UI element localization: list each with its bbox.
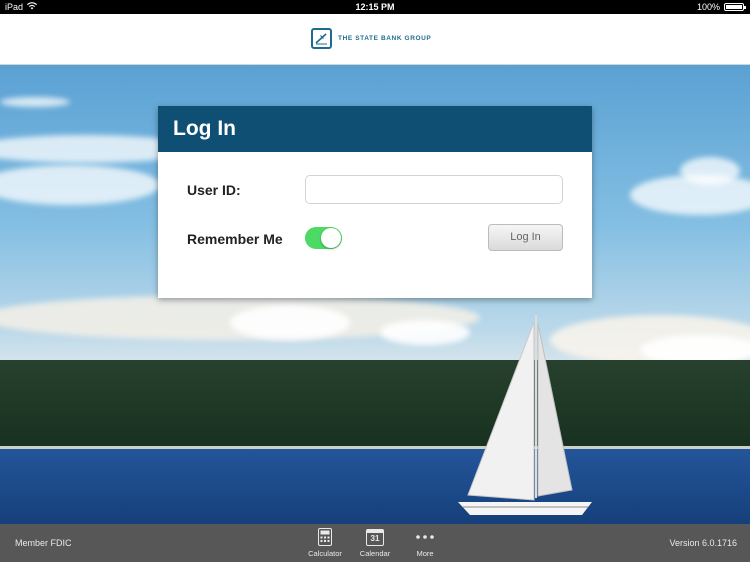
status-bar: iPad 12:15 PM 100% [0,0,750,14]
login-panel: Log In User ID: Remember Me Log In [158,106,592,298]
remember-me-toggle[interactable] [305,227,342,249]
tab-calendar[interactable]: 31 Calendar [355,527,395,558]
member-fdic-text: Member FDIC [15,538,72,548]
tab-calculator[interactable]: Calculator [305,527,345,558]
toggle-knob [321,228,341,248]
status-time: 12:15 PM [355,2,395,12]
battery-percent: 100% [696,2,720,12]
user-id-label: User ID: [187,182,241,198]
calendar-day: 31 [366,528,384,546]
more-icon [405,527,445,547]
calculator-icon [305,527,345,547]
app-header: THE STATE BANK GROUP [0,14,750,65]
login-title: Log In [158,106,592,152]
version-text: Version 6.0.1716 [669,538,737,548]
tab-more-label: More [416,549,434,558]
tab-more[interactable]: More [405,527,445,558]
calendar-icon: 31 [355,527,395,547]
user-id-input[interactable] [305,175,563,204]
battery-icon [724,3,746,11]
login-button[interactable]: Log In [488,224,563,251]
remember-me-label: Remember Me [187,231,283,247]
sailboat-image [458,315,592,515]
brand-name: THE STATE BANK GROUP [338,35,432,42]
tab-calendar-label: Calendar [359,549,391,558]
tab-calculator-label: Calculator [308,549,342,558]
water [0,449,750,524]
bottom-toolbar: Member FDIC Calculator 31 Calendar More … [0,524,750,562]
brand-logo: THE STATE BANK GROUP [311,28,431,49]
bank-logo-icon [311,28,332,49]
tree-line [0,360,750,450]
